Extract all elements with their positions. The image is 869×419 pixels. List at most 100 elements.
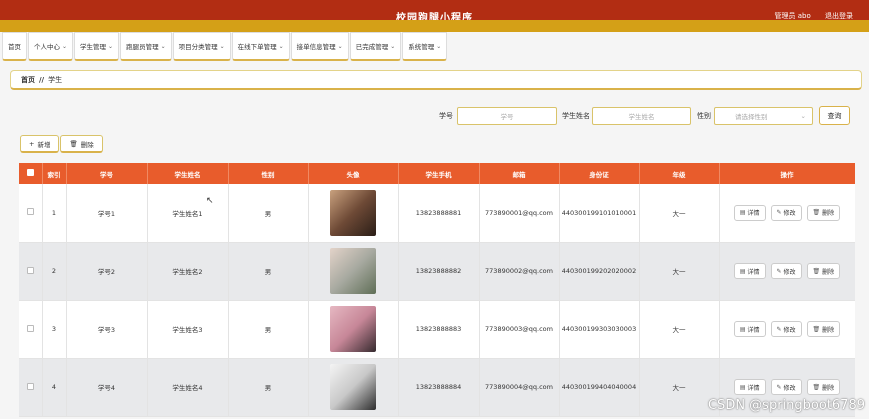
cell-email: 773890001@qq.com [479, 184, 560, 243]
student-name-input[interactable]: 学生姓名 [592, 107, 691, 125]
breadcrumb-home[interactable]: 首页 [21, 75, 35, 85]
document-icon: ▤ [739, 209, 746, 217]
detail-button[interactable]: ▤ 详情 [733, 321, 766, 337]
cell-id-card: 440300199303030003 [559, 300, 640, 359]
trash-icon: 🗑 [812, 267, 821, 275]
document-icon: ▤ [739, 383, 746, 391]
breadcrumb-current: 学生 [48, 75, 63, 84]
cell-gender: 男 [228, 300, 309, 359]
cell-student-name: 学生姓名4 [147, 358, 229, 417]
cell-phone: 13823888884 [398, 358, 480, 417]
chevron-down-icon: ⌄ [62, 42, 68, 50]
edit-button[interactable]: ✎ 修改 [770, 379, 802, 395]
avatar [330, 364, 376, 410]
header-accent-strip [0, 20, 869, 32]
cell-grade: 大一 [639, 242, 720, 301]
cell-index: 1 [42, 184, 67, 243]
table-row: 3 学号3 学生姓名3 男 13823888883 773890003@qq.c… [19, 300, 855, 359]
edit-button[interactable]: ✎ 修改 [770, 263, 802, 279]
nav-item-home[interactable]: 首页 [2, 32, 27, 61]
cell-grade: 大一 [639, 184, 720, 243]
action-buttons: + 新增 🗑 删除 [20, 135, 104, 153]
cell-operations: ▤ 详情 ✎ 修改 🗑 删除 [719, 300, 855, 359]
cell-avatar [308, 184, 399, 243]
chevron-down-icon: ⌄ [800, 112, 806, 120]
cell-index: 2 [42, 242, 67, 301]
nav-item-order-management[interactable]: 在线下单管理 ⌄ [231, 32, 290, 61]
gender-select[interactable]: 请选择性别 ⌄ [714, 107, 813, 125]
detail-button[interactable]: ▤ 详情 [733, 379, 766, 395]
cell-operations: ▤ 详情 ✎ 修改 🗑 删除 [719, 242, 855, 301]
col-gender: 性别 [228, 163, 309, 184]
cell-student-id: 学号4 [66, 358, 148, 417]
avatar [330, 306, 376, 352]
add-button[interactable]: + 新增 [20, 135, 60, 153]
col-operations: 操作 [719, 163, 855, 184]
chevron-down-icon: ⌄ [219, 42, 225, 50]
cell-student-id: 学号1 [66, 184, 148, 243]
avatar [330, 248, 376, 294]
student-id-input[interactable]: 学号 [457, 107, 557, 125]
nav-item-completed-management[interactable]: 已完成管理 ⌄ [349, 32, 402, 61]
student-name-label: 学生姓名 [562, 112, 590, 120]
cell-avatar [308, 358, 399, 417]
nav-item-system-management[interactable]: 系统管理 ⌄ [402, 32, 448, 61]
edit-button[interactable]: ✎ 修改 [770, 321, 802, 337]
row-delete-button[interactable]: 🗑 删除 [806, 204, 841, 221]
chevron-down-icon: ⌄ [108, 42, 114, 50]
cell-id-card: 440300199202020002 [559, 242, 640, 301]
document-icon: ▤ [739, 325, 746, 333]
detail-button[interactable]: ▤ 详情 [733, 263, 766, 279]
watermark: CSDN @springboot6789 [707, 398, 865, 413]
trash-icon: 🗑 [69, 139, 78, 148]
table-header-row: 索引 学号 学生姓名 性别 头像 学生手机 邮箱 身份证 年级 操作 [19, 163, 855, 184]
nav-item-accept-management[interactable]: 接单信息管理 ⌄ [290, 32, 349, 61]
trash-icon: 🗑 [812, 325, 821, 333]
row-delete-button[interactable]: 🗑 删除 [806, 379, 841, 395]
nav-item-personal-center[interactable]: 个人中心 ⌄ [28, 32, 74, 61]
edit-icon: ✎ [776, 325, 782, 333]
col-id-card: 身份证 [559, 163, 640, 184]
trash-icon: 🗑 [812, 209, 821, 217]
detail-button[interactable]: ▤ 详情 [733, 204, 766, 221]
chevron-down-icon: ⌄ [390, 42, 396, 50]
cell-index: 3 [42, 300, 67, 359]
student-id-label: 学号 [439, 112, 453, 120]
search-bar: 学号 学号 学生姓名 学生姓名 性别 请选择性别 ⌄ 查询 [0, 106, 869, 125]
edit-icon: ✎ [776, 267, 782, 275]
cell-grade: 大一 [639, 300, 720, 359]
cell-email: 773890004@qq.com [479, 358, 560, 417]
document-icon: ▤ [739, 267, 746, 275]
nav-item-student-management[interactable]: 学生管理 ⌄ [74, 32, 120, 61]
select-all-checkbox[interactable] [19, 163, 43, 184]
row-checkbox[interactable] [19, 184, 43, 243]
cell-operations: ▤ 详情 ✎ 修改 🗑 删除 [719, 184, 855, 243]
col-student-name: 学生姓名 [147, 163, 229, 184]
cell-email: 773890003@qq.com [479, 300, 560, 359]
cell-index: 4 [42, 358, 67, 417]
main-nav: 首页 个人中心 ⌄ 学生管理 ⌄ 跑腿员管理 ⌄ 项目分类管理 ⌄ 在线下单管理 ⌄ 接单… [2, 32, 448, 61]
row-delete-button[interactable]: 🗑 删除 [806, 321, 841, 337]
edit-button[interactable]: ✎ 修改 [770, 204, 802, 221]
nav-item-runner-management[interactable]: 跑腿员管理 ⌄ [120, 32, 172, 61]
row-checkbox[interactable] [19, 242, 43, 301]
cell-gender: 男 [228, 358, 309, 417]
logout-link[interactable]: 退出登录 [825, 12, 853, 20]
delete-button[interactable]: 🗑 删除 [60, 135, 103, 153]
row-checkbox[interactable] [19, 358, 43, 417]
cell-avatar [308, 242, 399, 301]
edit-icon: ✎ [776, 383, 782, 391]
edit-icon: ✎ [776, 209, 782, 217]
col-student-id: 学号 [66, 163, 148, 184]
chevron-down-icon: ⌄ [436, 42, 442, 50]
mouse-cursor-icon: ↖ [206, 196, 214, 206]
nav-item-category-management[interactable]: 项目分类管理 ⌄ [172, 32, 231, 61]
query-button[interactable]: 查询 [819, 106, 850, 125]
col-avatar: 头像 [308, 163, 399, 184]
chevron-down-icon: ⌄ [160, 42, 166, 50]
cell-phone: 13823888882 [398, 242, 480, 301]
row-checkbox[interactable] [19, 300, 43, 359]
row-delete-button[interactable]: 🗑 删除 [806, 263, 841, 279]
cell-student-name: 学生姓名2 [147, 242, 229, 301]
gender-label: 性别 [697, 112, 711, 120]
